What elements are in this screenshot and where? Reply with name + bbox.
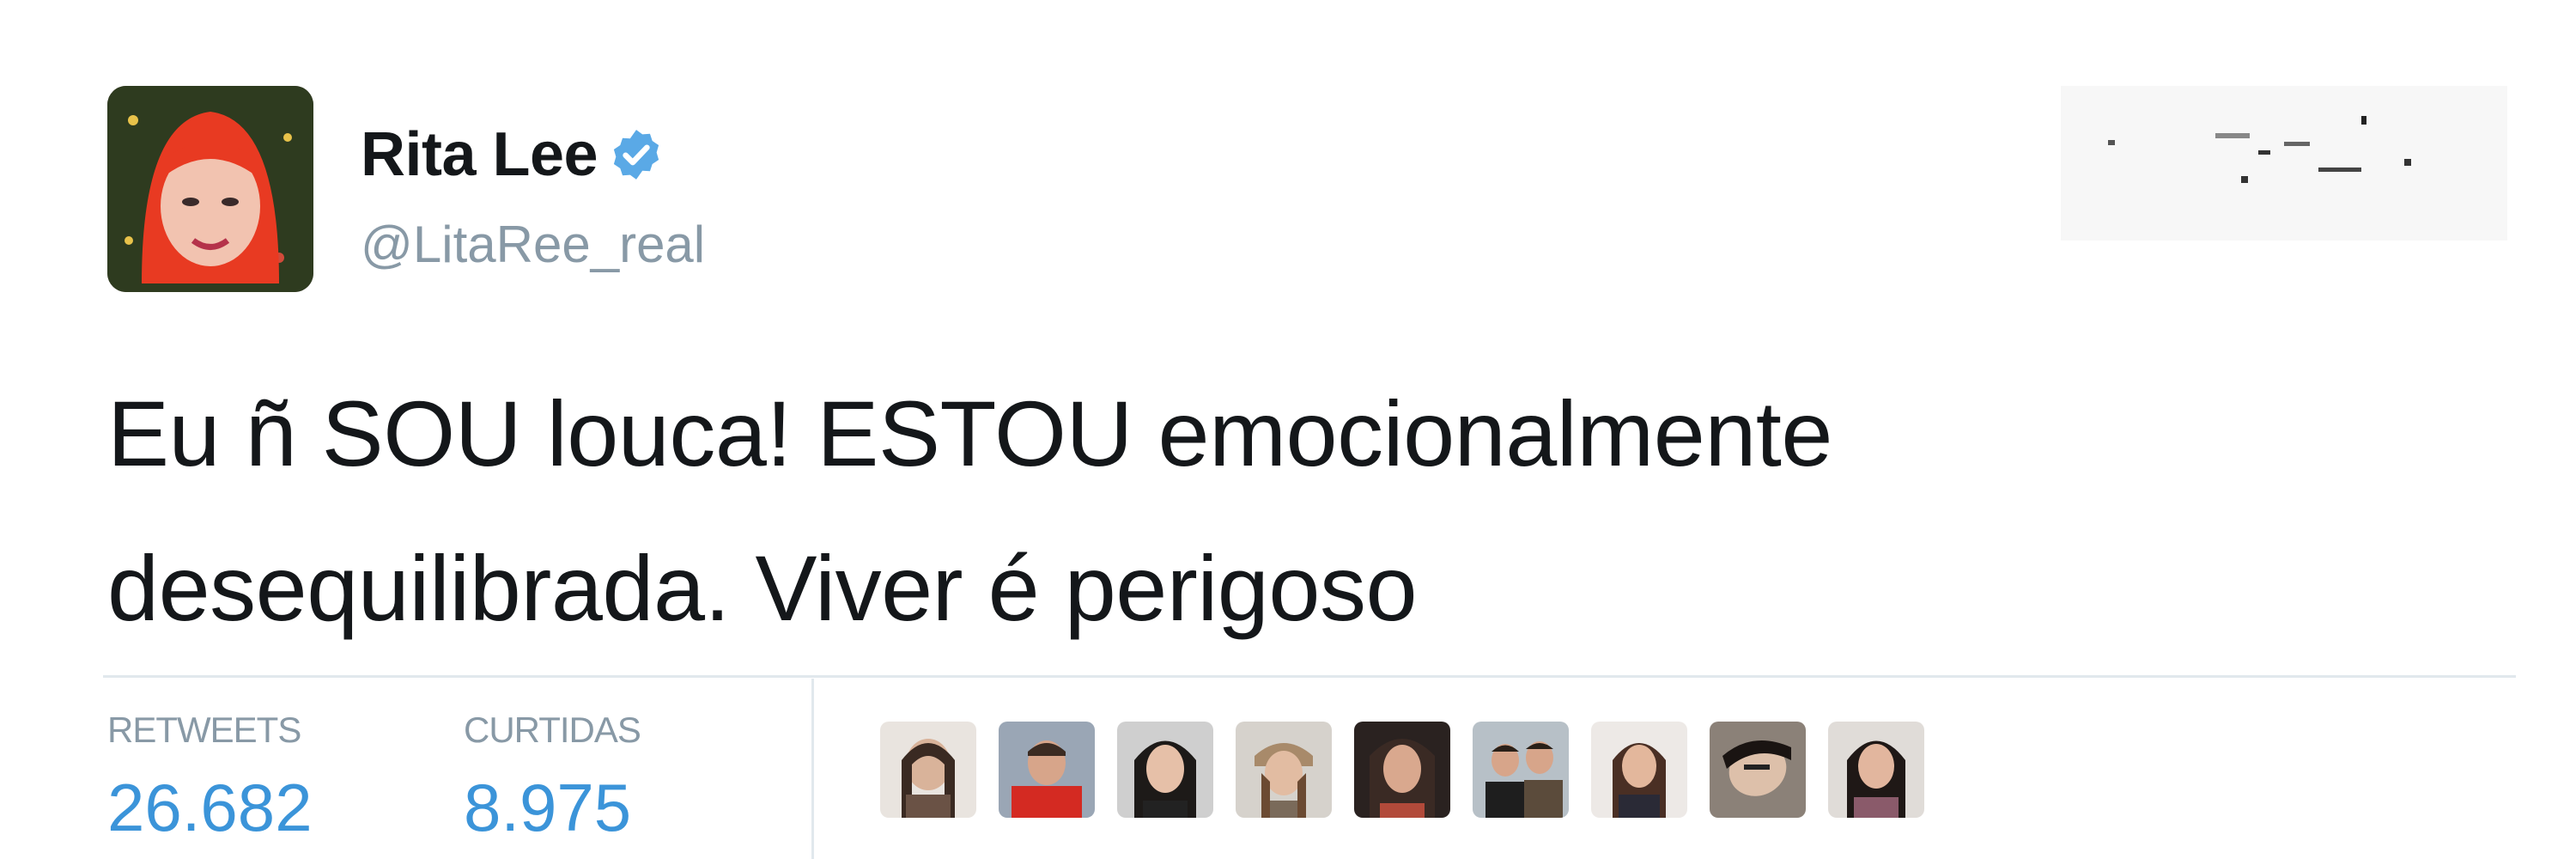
liker-avatar-8[interactable] — [1710, 722, 1806, 818]
retweets-label: RETWEETS — [107, 710, 301, 750]
verified-badge-icon — [608, 126, 665, 183]
liker-avatar-9[interactable] — [1828, 722, 1924, 818]
retweets-stat[interactable]: RETWEETS 26.682 — [107, 709, 313, 842]
liker-avatar-3[interactable] — [1117, 722, 1213, 818]
tweet-text-line-1: Eu ñ SOU louca! ESTOU emocionalmente — [107, 381, 1832, 485]
author-handle[interactable]: @LitaRee_real — [361, 215, 705, 274]
stats-vertical-divider — [811, 679, 814, 859]
liker-avatar-4[interactable] — [1236, 722, 1332, 818]
author-avatar[interactable] — [107, 86, 313, 292]
liker-avatar-7[interactable] — [1591, 722, 1687, 818]
liker-avatar-1[interactable] — [880, 722, 976, 818]
avatar-image — [107, 86, 313, 292]
likes-label: CURTIDAS — [464, 710, 641, 750]
follow-button[interactable] — [1958, 82, 2516, 245]
liker-avatar-6[interactable] — [1473, 722, 1569, 818]
retweets-count: 26.682 — [107, 770, 313, 845]
tweet-text: Eu ñ SOU louca! ESTOU emocionalmente des… — [107, 356, 2494, 666]
author-display-name[interactable]: Rita Lee — [361, 119, 598, 190]
likers-row — [880, 722, 1924, 818]
liker-avatar-2[interactable] — [999, 722, 1095, 818]
likes-count: 8.975 — [464, 770, 632, 845]
tweet-text-line-2: desequilibrada. Viver é perigoso — [107, 536, 1418, 640]
tweet-card: Rita Lee @LitaRee_real Eu ñ SOU louca! E… — [0, 0, 2576, 859]
stats-divider — [103, 675, 2516, 678]
liker-avatar-5[interactable] — [1354, 722, 1450, 818]
likes-stat[interactable]: CURTIDAS 8.975 — [464, 709, 641, 842]
author-name-row: Rita Lee — [361, 120, 665, 189]
